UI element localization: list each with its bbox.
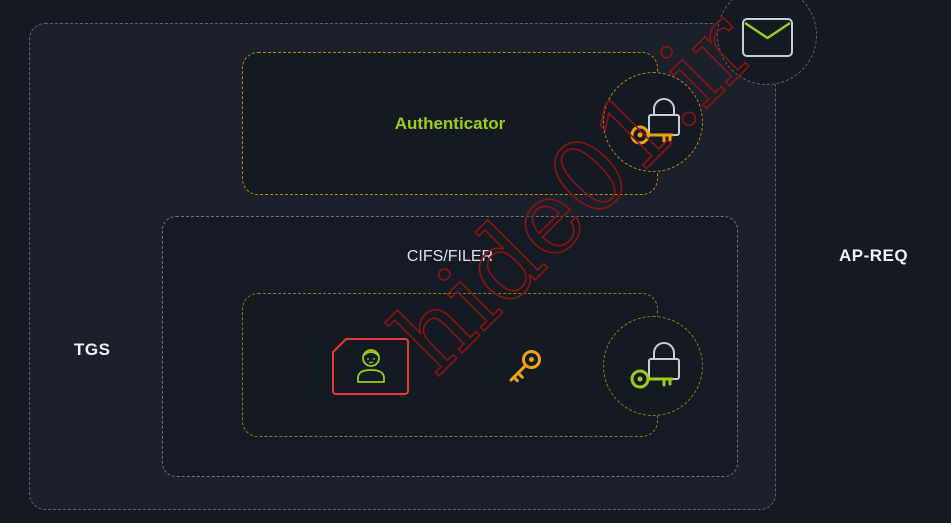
- ap-req-label: AP-REQ: [839, 246, 909, 265]
- envelope-icon: [742, 18, 793, 57]
- lock-key-icon: [630, 342, 680, 389]
- tgs-label: TGS: [74, 340, 111, 359]
- service-label: CIFS/FILER: [406, 248, 494, 265]
- key-icon: [509, 350, 541, 383]
- authenticator-lock-circle: [603, 72, 703, 172]
- lock-key-icon: [630, 98, 680, 145]
- user-card-icon: [332, 338, 409, 395]
- ticket-inner-box: [242, 293, 658, 437]
- authenticator-label: Authenticator: [394, 114, 506, 133]
- ticket-lock-circle: [603, 316, 703, 416]
- envelope-circle: [717, 0, 817, 85]
